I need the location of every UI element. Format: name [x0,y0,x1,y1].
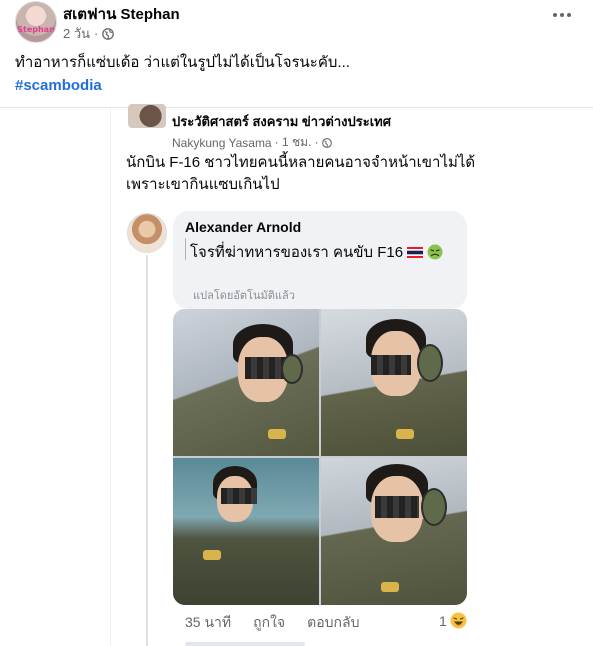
hashtag-link[interactable]: #scambodia [15,77,102,94]
shared-post-time: · 1 ชม. · [274,135,319,149]
globe-icon [102,27,115,40]
comment-actions: 35 นาที ถูกใจ ตอบกลับ [185,612,359,634]
globe-icon [321,137,332,148]
commenter-name[interactable]: Alexander Arnold [185,219,301,235]
like-button[interactable]: ถูกใจ [253,612,285,634]
text-cursor [185,238,186,260]
shared-page-name: ประวัติศาสตร์ สงคราม ข่าวต่างประเทศ [172,114,391,129]
laughing-face-icon [450,612,467,629]
collage-photo[interactable] [321,458,467,605]
shared-text-line: นักบิน F-16 ชาวไทยคนนี้หลายคนอาจจำหน้าเข… [126,154,476,171]
collage-photo[interactable] [173,309,319,456]
reaction-summary[interactable]: 1 [439,612,467,629]
shared-post-meta: Nakykung Yasama · 1 ชม. · [172,133,332,152]
author-avatar[interactable]: Stephan [15,1,57,43]
post-time[interactable]: 2 วัน [63,23,90,44]
comment-text-body: โจรที่ฆ่าทหารของเรา คนขับ F16 [190,244,404,261]
translated-note[interactable]: แปลโดยอัตโนมัติแล้ว [193,286,295,304]
shared-poster-name: Nakykung Yasama [172,135,272,150]
screenshot-edge [110,108,111,646]
commenter-avatar[interactable] [127,213,167,253]
comment-text: โจรที่ฆ่าทหารของเรา คนขับ F16 [190,240,443,264]
shared-page-avatar [128,104,166,128]
reaction-count: 1 [439,612,447,629]
more-icon[interactable] [551,8,573,22]
collage-photo[interactable] [173,458,319,605]
shared-text-line: เพราะเขากินแซบเกินไป [126,176,280,193]
reply-button[interactable]: ตอบกลับ [307,612,359,634]
next-comment-partial [185,642,305,646]
flag-thailand-icon [407,246,424,258]
shared-post-text: นักบิน F-16 ชาวไทยคนนี้หลายคนอาจจำหน้าเข… [126,152,476,196]
thread-line [146,255,148,646]
comment-time[interactable]: 35 นาที [185,612,231,634]
nauseated-face-icon [427,244,443,260]
post-text: ทำอาหารก็แซ่บเด้อ ว่าแต่ในรูปไม่ได้เป็นโ… [15,54,350,71]
collage-photo[interactable] [321,309,467,456]
post-meta: 2 วัน · [63,23,115,44]
avatar-caption: Stephan [17,25,55,34]
photo-collage[interactable] [173,309,467,605]
